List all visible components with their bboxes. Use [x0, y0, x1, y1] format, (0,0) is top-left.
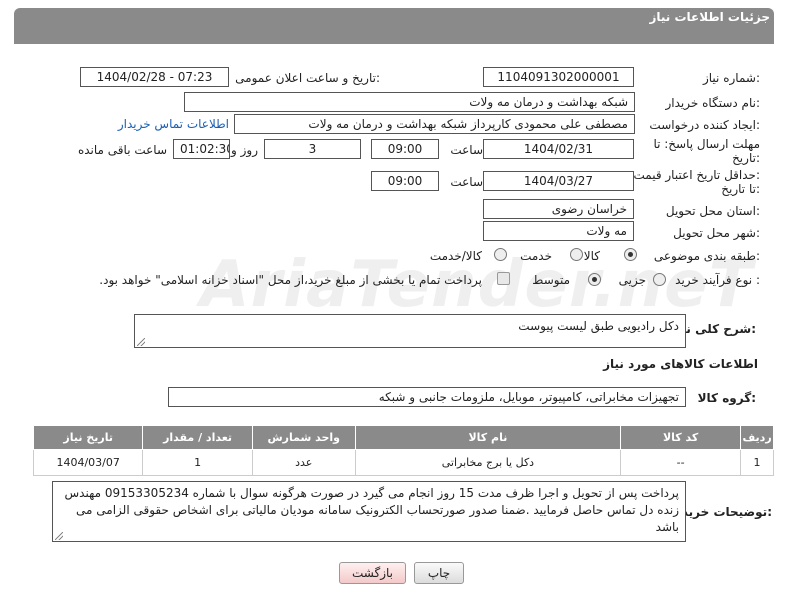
col-qty: تعداد / مقدار — [142, 425, 253, 450]
buyer-notes-text: پرداخت پس از تحویل و اجرا ظرف مدت 15 روز… — [64, 486, 679, 534]
city-label: شهر محل تحویل: — [673, 226, 760, 240]
description-text: دکل رادیویی طبق لیست پیوست — [518, 319, 679, 333]
announce-date-field: 1404/02/28 - 07:23 — [80, 67, 229, 87]
need-number-label: شماره نیاز: — [702, 71, 760, 85]
process-radio-minor[interactable] — [653, 273, 666, 286]
category-radio-goods[interactable] — [624, 248, 637, 261]
back-button[interactable]: بازگشت — [339, 562, 406, 584]
goods-table-header: ردیف کد کالا نام کالا واحد شمارش تعداد /… — [32, 425, 774, 450]
province-field: خراسان رضوی — [483, 199, 634, 219]
process-option-minor: جزیی — [618, 273, 646, 287]
category-radio-service[interactable] — [570, 248, 583, 261]
cell-name: دکل یا برج مخابراتی — [354, 449, 622, 476]
col-row: ردیف — [740, 425, 774, 450]
cell-unit: عدد — [251, 449, 356, 476]
buyer-contact-link[interactable]: اطلاعات تماس خریدار — [118, 117, 229, 131]
print-button[interactable]: چاپ — [414, 562, 464, 584]
goods-group-label: گروه کالا: — [697, 391, 756, 405]
creator-field: مصطفی علی محمودی کارپرداز شبکه بهداشت و … — [234, 114, 635, 134]
buyer-org-label: نام دستگاه خریدار: — [665, 96, 761, 110]
col-unit: واحد شمارش — [251, 425, 356, 450]
deadline-time-label: ساعت — [450, 143, 483, 157]
resize-grip-icon[interactable] — [55, 532, 63, 540]
days-remaining-field: 3 — [264, 139, 361, 159]
buyer-org-field: شبکه بهداشت و درمان مه ولات — [184, 92, 635, 112]
category-label: طبقه بندی موضوعی: — [653, 249, 760, 263]
days-label: روز و — [231, 143, 258, 157]
remaining-time-field: 01:02:30 — [173, 139, 230, 159]
process-radio-medium[interactable] — [588, 273, 601, 286]
cell-code: -- — [620, 449, 742, 476]
category-option-goods-service: کالا/خدمت — [429, 249, 482, 263]
creator-label: ایجاد کننده درخواست: — [649, 118, 760, 132]
deadline-time-field: 09:00 — [371, 139, 439, 159]
col-name: نام کالا — [354, 425, 622, 450]
price-validity-time-field: 09:00 — [371, 171, 439, 191]
goods-table: ردیف کد کالا نام کالا واحد شمارش تعداد /… — [32, 425, 774, 476]
process-type-label: نوع فرآیند خرید : — [675, 273, 760, 287]
deadline-date-field: 1404/02/31 — [483, 139, 634, 159]
goods-section-title: اطلاعات کالاهای مورد نیاز — [603, 357, 758, 371]
table-row[interactable]: 1 -- دکل یا برج مخابراتی عدد 1 1404/03/0… — [32, 449, 774, 476]
deadline-label-line1: مهلت ارسال پاسخ: تا — [653, 137, 760, 151]
cell-qty: 1 — [142, 449, 253, 476]
deadline-label-line2: تاریخ: — [732, 151, 760, 165]
treasury-payment-note: پرداخت تمام یا بخشی از مبلغ خرید،از محل … — [99, 273, 482, 287]
description-textarea[interactable]: دکل رادیویی طبق لیست پیوست — [134, 314, 686, 348]
col-code: کد کالا — [620, 425, 742, 450]
price-validity-label-line1: حداقل تاریخ اعتبار قیمت: — [633, 168, 760, 182]
remaining-time-label: ساعت باقی مانده — [77, 143, 167, 157]
category-radio-goods-service[interactable] — [494, 248, 507, 261]
cell-row: 1 — [740, 449, 774, 476]
resize-grip-icon[interactable] — [137, 338, 145, 346]
need-number-field: 1104091302000001 — [483, 67, 634, 87]
page-title: جزئیات اطلاعات نیاز — [649, 10, 770, 24]
price-validity-time-label: ساعت — [450, 175, 483, 189]
cell-date: 1404/03/07 — [32, 449, 144, 476]
buyer-notes-textarea[interactable]: پرداخت پس از تحویل و اجرا ظرف مدت 15 روز… — [52, 481, 686, 542]
category-option-goods: کالا — [583, 249, 600, 263]
price-validity-label-line2: تا تاریخ: — [721, 182, 760, 196]
announce-date-label: تاریخ و ساعت اعلان عمومی: — [235, 71, 380, 85]
city-field: مه ولات — [483, 221, 634, 241]
col-date: تاریخ نیاز — [32, 425, 144, 450]
process-option-medium: متوسط — [532, 273, 570, 287]
treasury-payment-checkbox[interactable] — [497, 272, 510, 285]
goods-group-field: تجهیزات مخابراتی، کامپیوتر، موبایل، ملزو… — [168, 387, 686, 407]
province-label: استان محل تحویل: — [665, 204, 760, 218]
category-option-service: خدمت — [520, 249, 552, 263]
price-validity-date-field: 1404/03/27 — [483, 171, 634, 191]
